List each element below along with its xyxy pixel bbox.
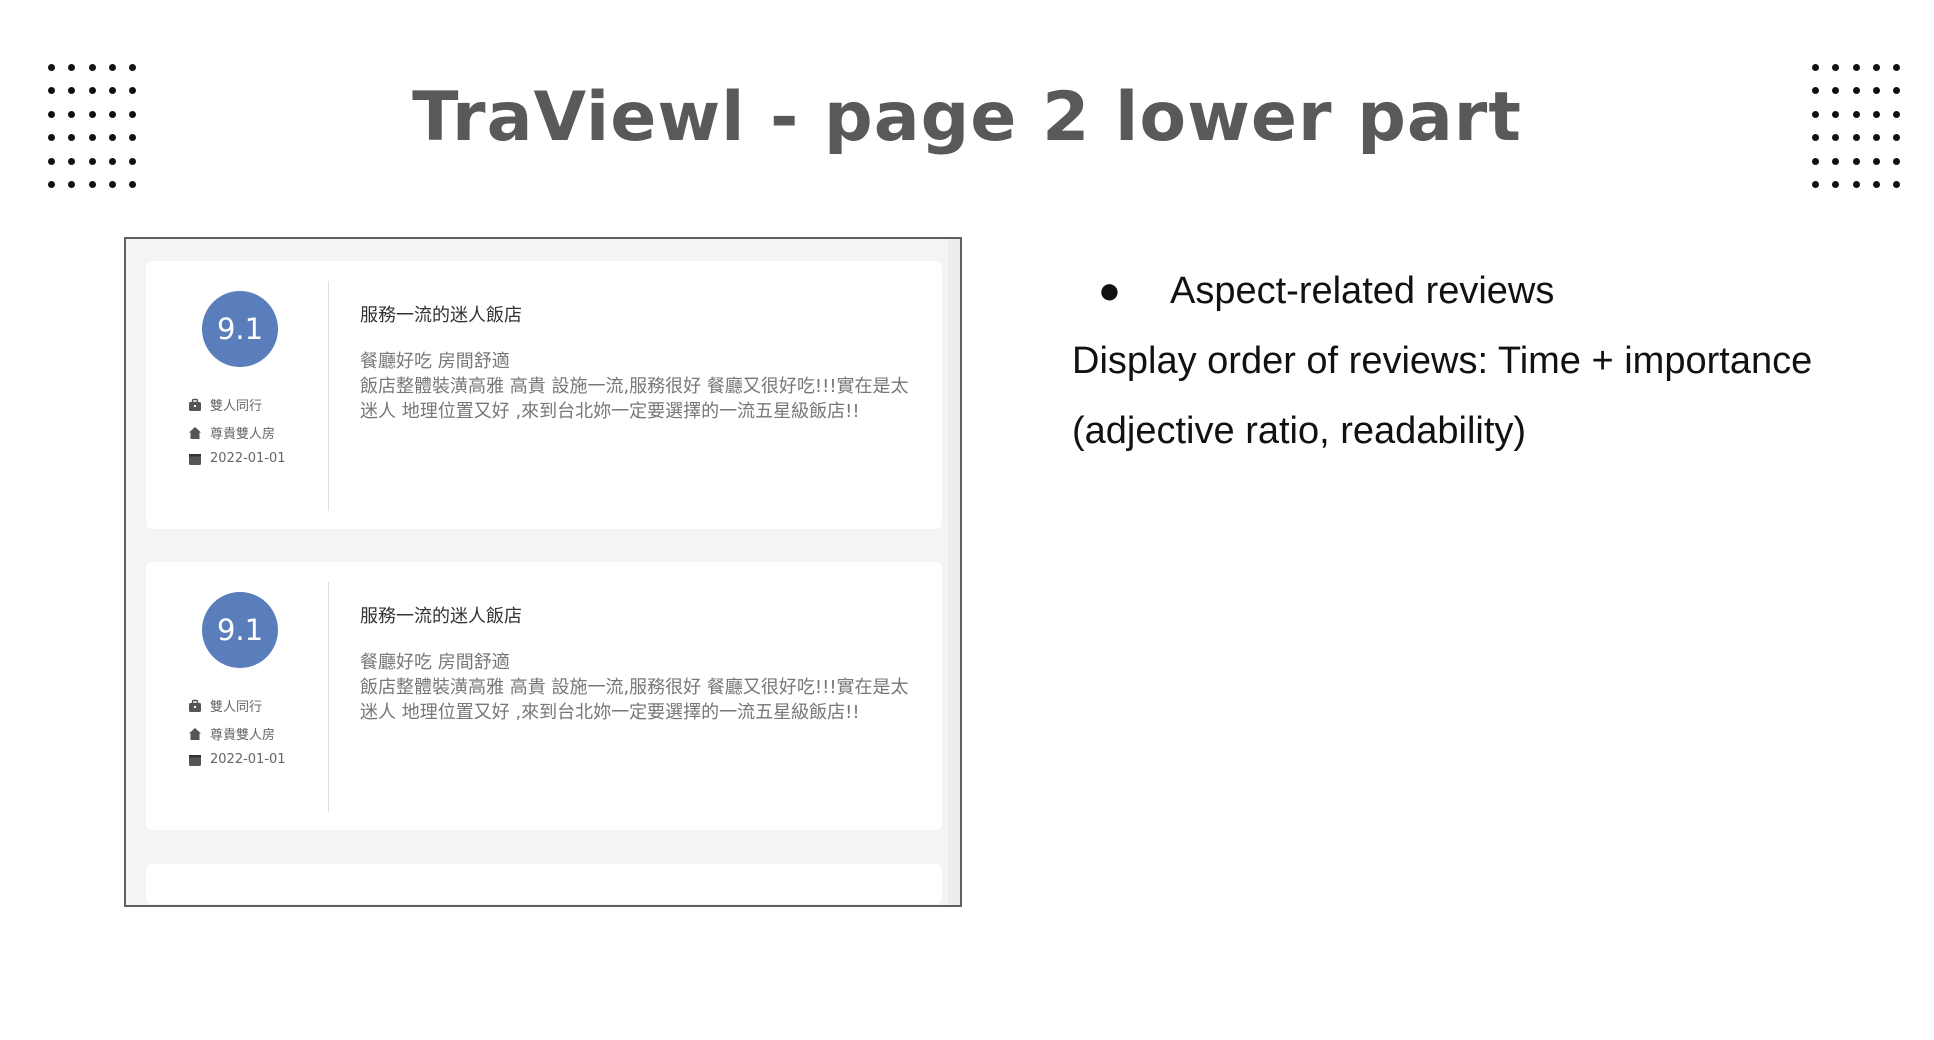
review-date: 2022-01-01 bbox=[210, 752, 286, 767]
display-order-detail: (adjective ratio, readability) bbox=[1072, 410, 1527, 452]
review-body: 餐廳好吃 房間舒適 飯店整體裝潢高雅 高貴 設施一流,服務很好 餐廳又很好吃!!… bbox=[360, 349, 920, 424]
travel-type-meta: 雙人同行 bbox=[188, 395, 262, 414]
score-badge: 9.1 bbox=[202, 592, 278, 668]
bag-icon bbox=[188, 398, 202, 412]
review-text: 飯店整體裝潢高雅 高貴 設施一流,服務很好 餐廳又很好吃!!!實在是太迷人 地理… bbox=[360, 677, 909, 723]
travel-type-meta: 雙人同行 bbox=[188, 696, 262, 715]
room-type-meta: 尊貴雙人房 bbox=[188, 423, 275, 442]
travel-type-label: 雙人同行 bbox=[210, 700, 263, 715]
review-title: 服務一流的迷人飯店 bbox=[360, 305, 522, 326]
room-type-label: 尊貴雙人房 bbox=[210, 728, 276, 743]
review-card-partial bbox=[146, 864, 942, 904]
review-card: 9.1 雙人同行 尊貴雙人房 2022-01-01 服務一流的迷人飯店 餐廳好吃… bbox=[146, 261, 942, 529]
bullet-dot: ● bbox=[1098, 270, 1121, 312]
calendar-icon bbox=[188, 452, 202, 466]
review-summary: 餐廳好吃 房間舒適 bbox=[360, 351, 510, 372]
review-card: 9.1 雙人同行 尊貴雙人房 2022-01-01 服務一流的迷人飯店 餐廳好吃… bbox=[146, 562, 942, 830]
calendar-icon bbox=[188, 753, 202, 767]
bullet-item: ● Aspect-related reviews bbox=[1098, 270, 1554, 313]
bag-icon bbox=[188, 699, 202, 713]
room-type-label: 尊貴雙人房 bbox=[210, 427, 276, 442]
home-icon bbox=[188, 727, 202, 741]
bullet-text: Aspect-related reviews bbox=[1170, 270, 1555, 312]
review-body: 餐廳好吃 房間舒適 飯店整體裝潢高雅 高貴 設施一流,服務很好 餐廳又很好吃!!… bbox=[360, 650, 920, 725]
home-icon bbox=[188, 426, 202, 440]
review-text: 飯店整體裝潢高雅 高貴 設施一流,服務很好 餐廳又很好吃!!!實在是太迷人 地理… bbox=[360, 376, 909, 422]
review-screenshot: 9.1 雙人同行 尊貴雙人房 2022-01-01 服務一流的迷人飯店 餐廳好吃… bbox=[124, 237, 962, 907]
room-type-meta: 尊貴雙人房 bbox=[188, 724, 275, 743]
card-divider bbox=[328, 281, 329, 511]
display-order-text: Display order of reviews: Time + importa… bbox=[1072, 340, 1813, 382]
date-meta: 2022-01-01 bbox=[188, 752, 286, 767]
review-date: 2022-01-01 bbox=[210, 451, 286, 466]
review-summary: 餐廳好吃 房間舒適 bbox=[360, 652, 510, 673]
travel-type-label: 雙人同行 bbox=[210, 399, 263, 414]
slide-title: TraViewl - page 2 lower part bbox=[412, 78, 1522, 157]
card-divider bbox=[328, 582, 329, 812]
score-badge: 9.1 bbox=[202, 291, 278, 367]
review-title: 服務一流的迷人飯店 bbox=[360, 606, 522, 627]
date-meta: 2022-01-01 bbox=[188, 451, 286, 466]
